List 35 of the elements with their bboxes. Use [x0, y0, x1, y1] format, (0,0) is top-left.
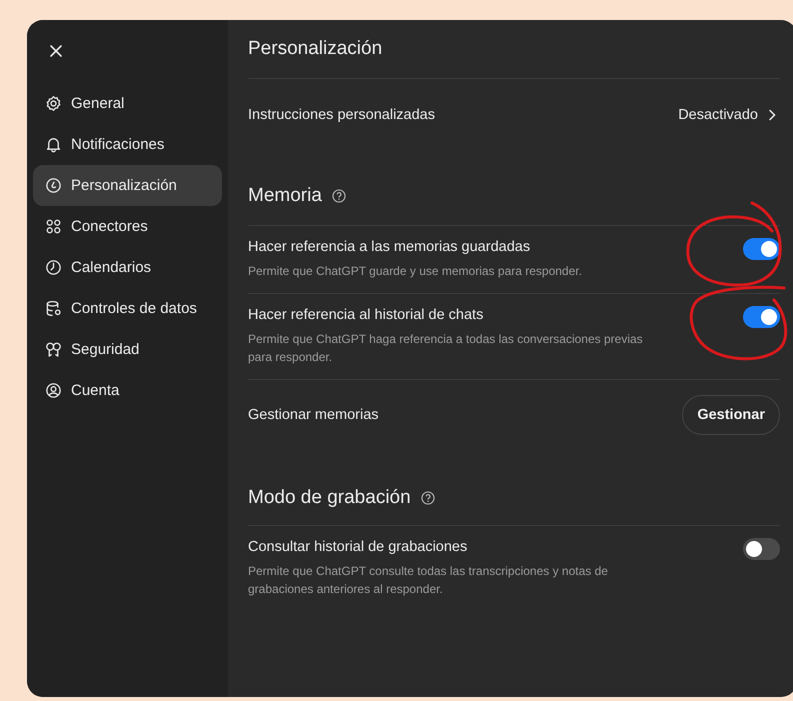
setting-description: Permite que ChatGPT guarde y use memorias para responder. [248, 263, 582, 280]
sidebar-item[interactable]: Notificaciones [33, 124, 222, 165]
bell-icon [45, 136, 62, 153]
chevron-icon [768, 109, 776, 121]
section-heading: Modo de grabación [248, 486, 411, 510]
help-icon[interactable] [332, 189, 346, 203]
sidebar-item[interactable]: Calendarios [33, 247, 222, 288]
setting-description: Permite que ChatGPT consulte todas las transcripciones y notas de grabaciones anteriores al responder. [248, 563, 609, 598]
connectors-icon [45, 218, 62, 235]
key-icon [45, 341, 62, 358]
sidebar-item[interactable]: General [33, 83, 222, 124]
toggle-switch[interactable] [743, 306, 780, 328]
setting-description: Permite que ChatGPT haga referencia a todas las conversaciones previas para responder. [248, 331, 644, 366]
setting-label: Gestionar memorias [248, 406, 379, 424]
clock-icon [45, 177, 62, 194]
setting-label: Consultar historial de grabaciones [248, 538, 468, 556]
section-heading: Memoria [248, 184, 322, 208]
setting-label: Hacer referencia a las memorias guardadas [248, 238, 532, 256]
help-icon[interactable] [420, 491, 435, 505]
database-icon [45, 300, 62, 317]
sidebar-item[interactable]: Controles de datos [33, 288, 222, 329]
toggle-switch[interactable] [743, 238, 780, 260]
clock-icon [45, 259, 62, 276]
close-icon[interactable] [49, 42, 63, 60]
setting-label: Hacer referencia al historial de chats [248, 306, 484, 324]
page-title: Personalización [248, 36, 780, 79]
toggle-switch[interactable] [743, 538, 780, 560]
manage-button[interactable]: Gestionar [682, 395, 780, 435]
sidebar-item[interactable]: Personalización [33, 165, 222, 206]
user-icon [45, 382, 62, 399]
sidebar-item[interactable]: Conectores [33, 206, 222, 247]
settings-icon [45, 95, 62, 112]
settings-link[interactable]: Instrucciones personalizadas Desactivado [248, 79, 780, 151]
sidebar-item[interactable]: Seguridad [33, 329, 222, 370]
sidebar-item[interactable]: Cuenta [33, 370, 222, 411]
